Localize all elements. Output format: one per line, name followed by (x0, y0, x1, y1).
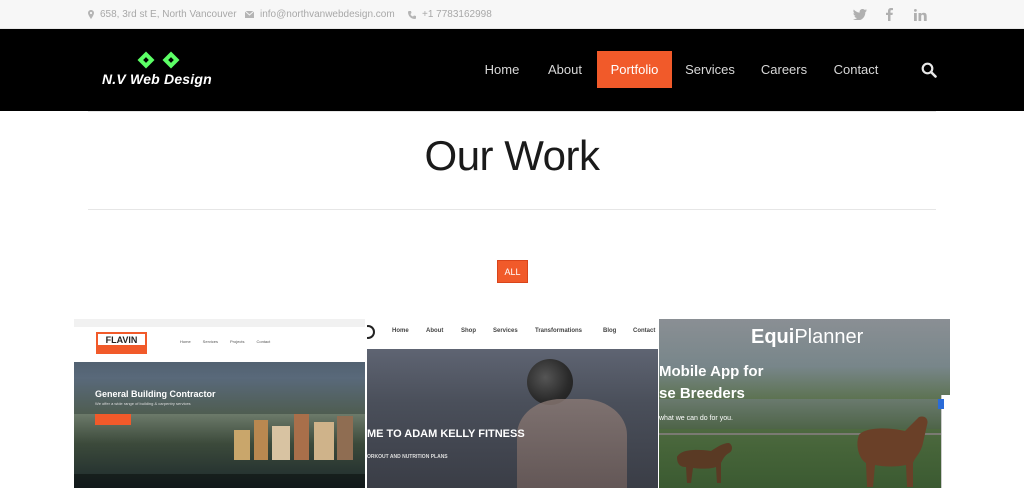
fitness-nav-item: Transformations (535, 328, 583, 334)
main-navbar: N.V Web Design Home About Portfolio Serv… (0, 29, 1024, 111)
phone-mockup (938, 395, 950, 488)
address-info: 658, 3rd st E, North Vancouver (88, 0, 237, 29)
athlete-image (517, 399, 627, 488)
title-divider (88, 209, 936, 210)
horse-right-image (857, 416, 928, 487)
flavin-nav-item: Services (202, 339, 219, 344)
flavin-heading: General Building Contractor (95, 389, 216, 399)
flavin-subheading: We offer a wide range of building & carp… (95, 401, 191, 406)
flavin-footer-strip (74, 474, 365, 488)
page-title: Our Work (424, 132, 600, 179)
site-logo[interactable]: N.V Web Design (100, 49, 220, 94)
nav-portfolio[interactable]: Portfolio (597, 51, 672, 88)
logo-diamond-left (137, 51, 155, 69)
phone-info[interactable]: +1 7783162998 (408, 0, 492, 29)
fitness-nav-item: Contact (633, 328, 656, 334)
equi-subheading: what we can do for you. (659, 415, 733, 422)
phone-tab (938, 399, 944, 409)
linkedin-icon[interactable] (914, 8, 927, 21)
brand-part-1: Equi (751, 326, 795, 348)
flavin-logo: FLAVIN (96, 332, 147, 354)
portfolio-item-equiplanner[interactable]: EquiPlanner Mobile App for se Breeders w… (659, 319, 950, 488)
nav-about[interactable]: About (540, 51, 590, 88)
top-info-bar: 658, 3rd st E, North Vancouver info@nort… (0, 0, 1024, 29)
fitness-nav-item: About (426, 328, 444, 334)
equi-heading-line1: Mobile App for (659, 363, 764, 380)
flavin-nav-item: Projects (230, 339, 245, 344)
search-icon[interactable] (921, 62, 937, 78)
phone-link[interactable]: +1 7783162998 (422, 9, 492, 20)
nav-home[interactable]: Home (476, 51, 528, 88)
divider-top (88, 111, 936, 112)
fitness-nav-item: Shop (461, 328, 476, 334)
mini-header (367, 319, 658, 349)
equiplanner-brand: EquiPlanner (751, 326, 863, 349)
flavin-logo-bar (98, 345, 145, 352)
logo-text: N.V Web Design (102, 71, 212, 87)
address-text: 658, 3rd st E, North Vancouver (100, 9, 237, 20)
envelope-icon (245, 11, 254, 18)
mini-topbar (74, 319, 365, 327)
linkedin-link[interactable] (914, 0, 927, 29)
flavin-cta-button (95, 414, 131, 425)
facebook-link[interactable] (886, 0, 893, 29)
nav-contact[interactable]: Contact (826, 51, 886, 88)
brand-part-2: Planner (794, 326, 864, 348)
location-pin-icon (88, 10, 94, 19)
flavin-mini-nav: Home Services Projects Contact (180, 339, 270, 344)
equi-heading-line2: se Breeders (659, 385, 745, 402)
fitness-subheading: ORKOUT AND NUTRITION PLANS (367, 454, 448, 460)
twitter-link[interactable] (853, 0, 867, 29)
flavin-nav-item: Home (180, 339, 191, 344)
fitness-nav-item: Services (493, 328, 518, 334)
fitness-heading: ME TO ADAM KELLY FITNESS (367, 428, 525, 440)
email-link[interactable]: info@northvanwebdesign.com (260, 9, 395, 20)
portfolio-item-flavin[interactable]: FLAVIN Home Services Projects Contact Ge… (74, 319, 365, 488)
nav-services[interactable]: Services (680, 51, 740, 88)
fitness-nav-item: Home (392, 328, 409, 334)
nav-careers[interactable]: Careers (755, 51, 813, 88)
facebook-icon[interactable] (886, 8, 893, 21)
phone-icon (408, 10, 416, 19)
filter-all-button[interactable]: ALL (497, 260, 528, 283)
flavin-nav-item: Contact (256, 339, 271, 344)
fitness-nav-item: Blog (603, 328, 617, 334)
horse-left-image (677, 443, 732, 483)
portfolio-item-adam-kelly[interactable]: Home About Shop Services Transformations… (367, 319, 658, 488)
flavin-logo-top: FLAVIN (105, 335, 138, 345)
twitter-icon[interactable] (853, 9, 867, 20)
logo-diamond-right (162, 51, 180, 69)
email-info[interactable]: info@northvanwebdesign.com (245, 0, 395, 29)
